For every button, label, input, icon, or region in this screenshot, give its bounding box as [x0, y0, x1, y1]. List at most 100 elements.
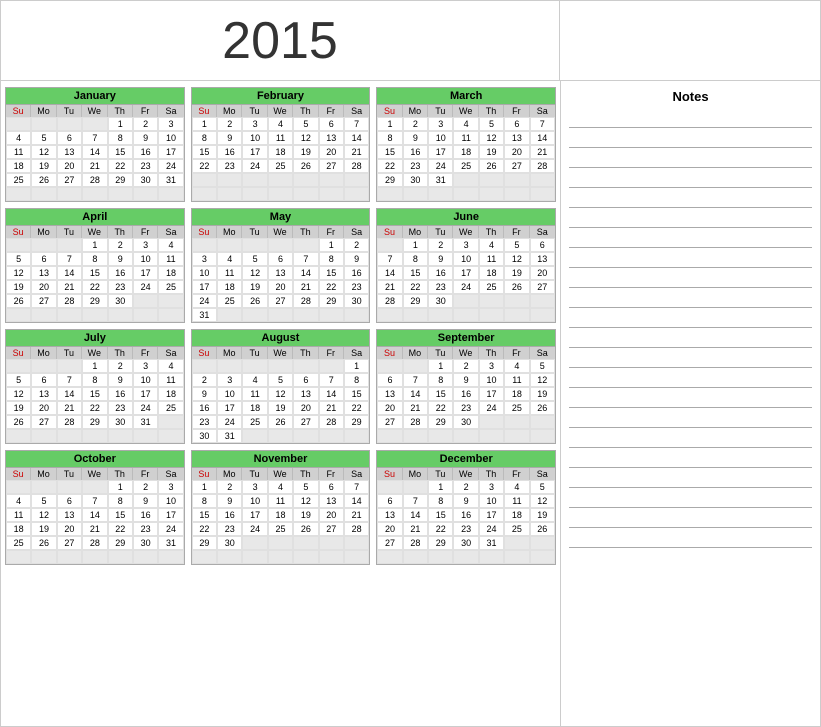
- note-line[interactable]: [569, 250, 812, 268]
- day-header-sa: Sa: [530, 347, 555, 359]
- empty-day-cell: [158, 294, 183, 308]
- note-line[interactable]: [569, 210, 812, 228]
- note-line[interactable]: [569, 430, 812, 448]
- day-header-tu: Tu: [57, 468, 82, 480]
- day-header-mo: Mo: [403, 226, 428, 238]
- day-cell: 4: [158, 238, 183, 252]
- day-cell: 3: [133, 359, 158, 373]
- day-header-fr: Fr: [504, 347, 529, 359]
- day-cell: 11: [268, 494, 293, 508]
- note-line[interactable]: [569, 170, 812, 188]
- note-line[interactable]: [569, 350, 812, 368]
- month-block-november: NovemberSuMoTuWeThFrSa123456789101112131…: [191, 450, 371, 565]
- note-line[interactable]: [569, 110, 812, 128]
- note-line[interactable]: [569, 370, 812, 388]
- day-cell: 3: [158, 480, 183, 494]
- day-cell: 23: [133, 522, 158, 536]
- note-line[interactable]: [569, 270, 812, 288]
- empty-day-cell: [31, 238, 56, 252]
- day-cell: 12: [479, 131, 504, 145]
- day-header-th: Th: [479, 468, 504, 480]
- day-cell: 14: [344, 131, 369, 145]
- day-header-we: We: [453, 226, 478, 238]
- day-cell: 8: [82, 373, 107, 387]
- empty-day-cell: [6, 480, 31, 494]
- empty-day-cell: [504, 550, 529, 564]
- empty-day-cell: [31, 550, 56, 564]
- day-cell: 7: [403, 494, 428, 508]
- days-grid: 1234567891011121314151617181920212223242…: [377, 480, 555, 564]
- day-header-mo: Mo: [31, 226, 56, 238]
- day-cell: 22: [428, 401, 453, 415]
- day-cell: 12: [6, 266, 31, 280]
- day-cell: 20: [377, 522, 402, 536]
- note-line[interactable]: [569, 450, 812, 468]
- day-cell: 24: [158, 159, 183, 173]
- day-cell: 29: [428, 415, 453, 429]
- empty-day-cell: [428, 187, 453, 201]
- day-header-fr: Fr: [319, 226, 344, 238]
- day-header-tu: Tu: [57, 105, 82, 117]
- day-cell: 5: [479, 117, 504, 131]
- day-cell: 27: [319, 159, 344, 173]
- day-cell: 27: [319, 522, 344, 536]
- day-cell: 6: [504, 117, 529, 131]
- note-line[interactable]: [569, 190, 812, 208]
- empty-day-cell: [158, 415, 183, 429]
- empty-day-cell: [268, 429, 293, 443]
- day-cell: 17: [479, 508, 504, 522]
- day-cell: 30: [108, 294, 133, 308]
- note-line[interactable]: [569, 230, 812, 248]
- day-cell: 5: [268, 373, 293, 387]
- empty-day-cell: [192, 238, 217, 252]
- day-cell: 29: [108, 173, 133, 187]
- note-line[interactable]: [569, 150, 812, 168]
- note-line[interactable]: [569, 470, 812, 488]
- note-line[interactable]: [569, 310, 812, 328]
- day-cell: 16: [192, 401, 217, 415]
- day-cell: 12: [31, 508, 56, 522]
- day-header-th: Th: [293, 347, 318, 359]
- day-cell: 1: [428, 480, 453, 494]
- day-cell: 9: [133, 131, 158, 145]
- empty-day-cell: [192, 550, 217, 564]
- day-cell: 25: [504, 401, 529, 415]
- day-headers-row: SuMoTuWeThFrSa: [377, 468, 555, 480]
- empty-day-cell: [242, 173, 267, 187]
- note-line[interactable]: [569, 390, 812, 408]
- day-cell: 14: [377, 266, 402, 280]
- day-cell: 1: [108, 480, 133, 494]
- day-cell: 25: [6, 536, 31, 550]
- note-line[interactable]: [569, 330, 812, 348]
- day-header-fr: Fr: [319, 105, 344, 117]
- day-cell: 2: [453, 359, 478, 373]
- empty-day-cell: [479, 173, 504, 187]
- note-line[interactable]: [569, 130, 812, 148]
- day-header-sa: Sa: [158, 468, 183, 480]
- day-cell: 28: [82, 173, 107, 187]
- note-line[interactable]: [569, 410, 812, 428]
- note-line[interactable]: [569, 290, 812, 308]
- note-line[interactable]: [569, 530, 812, 548]
- empty-day-cell: [242, 187, 267, 201]
- day-cell: 3: [242, 480, 267, 494]
- empty-day-cell: [453, 173, 478, 187]
- day-cell: 2: [192, 373, 217, 387]
- day-cell: 12: [504, 252, 529, 266]
- empty-day-cell: [344, 187, 369, 201]
- empty-day-cell: [504, 294, 529, 308]
- empty-day-cell: [82, 550, 107, 564]
- empty-day-cell: [108, 187, 133, 201]
- day-cell: 18: [6, 522, 31, 536]
- day-cell: 20: [293, 401, 318, 415]
- day-cell: 24: [242, 159, 267, 173]
- empty-day-cell: [57, 550, 82, 564]
- note-line[interactable]: [569, 510, 812, 528]
- month-header-july: July: [6, 330, 184, 347]
- empty-day-cell: [31, 187, 56, 201]
- day-cell: 2: [108, 359, 133, 373]
- note-line[interactable]: [569, 490, 812, 508]
- day-header-su: Su: [377, 105, 402, 117]
- month-header-august: August: [192, 330, 370, 347]
- day-cell: 21: [377, 280, 402, 294]
